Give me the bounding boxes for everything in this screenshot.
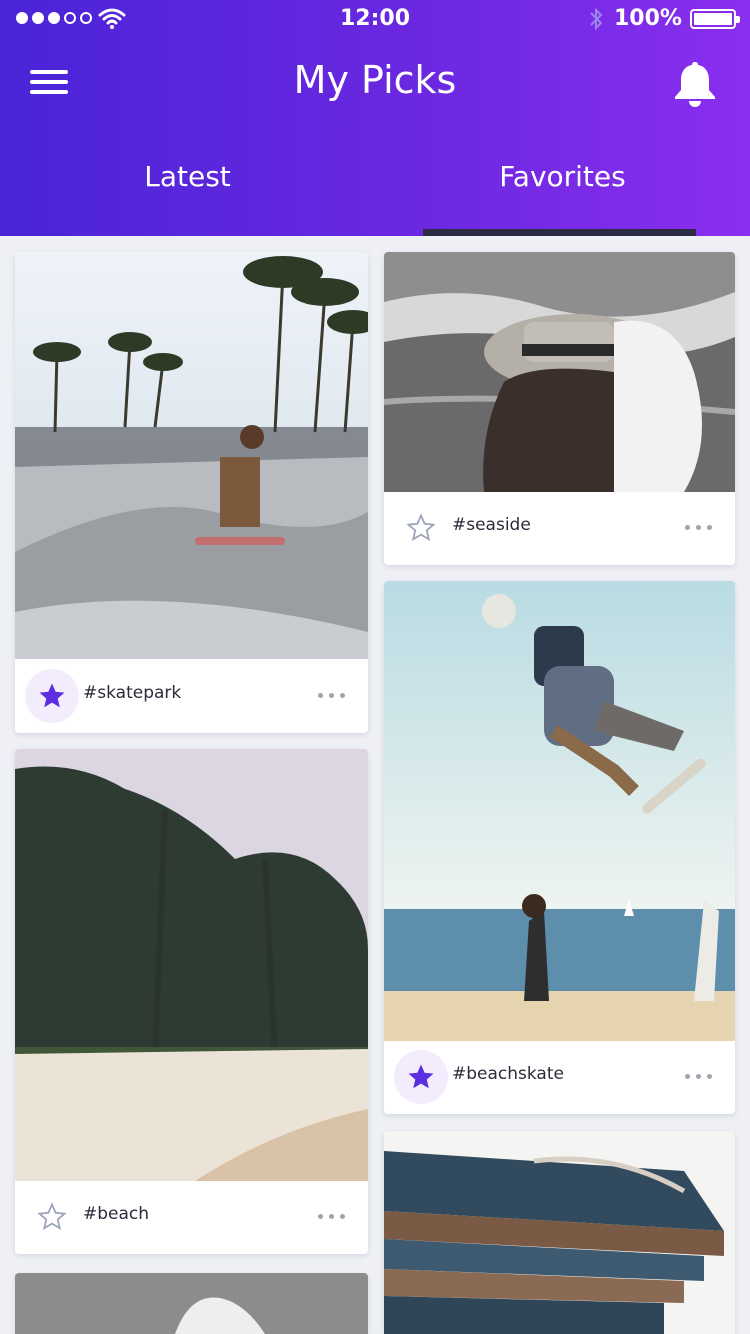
photo-beachskate (384, 581, 735, 1041)
card-tag: #beachskate (452, 1064, 564, 1084)
more-icon[interactable] (683, 517, 715, 537)
more-icon[interactable] (316, 1206, 348, 1226)
star-icon[interactable] (406, 513, 436, 543)
photo-card-beachskate[interactable]: #beachskate (384, 581, 735, 1114)
card-footer: #seaside (384, 491, 735, 565)
more-icon[interactable] (316, 685, 348, 705)
star-icon[interactable] (37, 1202, 67, 1232)
bell-icon[interactable] (672, 60, 718, 108)
page-title: My Picks (293, 58, 457, 102)
battery-icon (690, 9, 740, 29)
photo-card-sneaker[interactable] (15, 1273, 368, 1334)
star-icon[interactable] (25, 669, 79, 723)
photo-skatepark (15, 252, 368, 659)
battery-percent: 100% (614, 6, 682, 31)
tab-bar: Latest Favorites (0, 150, 750, 236)
card-tag: #seaside (452, 515, 531, 535)
card-tag: #beach (83, 1204, 150, 1224)
photo-sneaker (15, 1273, 368, 1334)
photo-books (384, 1131, 735, 1334)
card-tag: #skatepark (83, 683, 182, 703)
photo-seaside (384, 252, 735, 492)
photo-card-books[interactable] (384, 1131, 735, 1334)
card-footer: #beachskate (384, 1040, 735, 1114)
star-icon[interactable] (394, 1050, 448, 1104)
tab-latest[interactable]: Latest (0, 150, 375, 236)
app-header: 12:00 100% My Picks Latest Favorites (0, 0, 750, 236)
card-footer: #beach (15, 1180, 368, 1254)
bluetooth-icon (590, 7, 603, 31)
card-footer: #skatepark (15, 659, 368, 733)
more-icon[interactable] (683, 1066, 715, 1086)
photo-card-beach[interactable]: #beach (15, 749, 368, 1254)
photo-card-skatepark[interactable]: #skatepark (15, 252, 368, 733)
active-tab-indicator (423, 229, 696, 236)
tab-favorites[interactable]: Favorites (375, 150, 750, 236)
photo-beach (15, 749, 368, 1181)
photo-card-seaside[interactable]: #seaside (384, 252, 735, 565)
status-bar: 12:00 100% (0, 0, 750, 40)
